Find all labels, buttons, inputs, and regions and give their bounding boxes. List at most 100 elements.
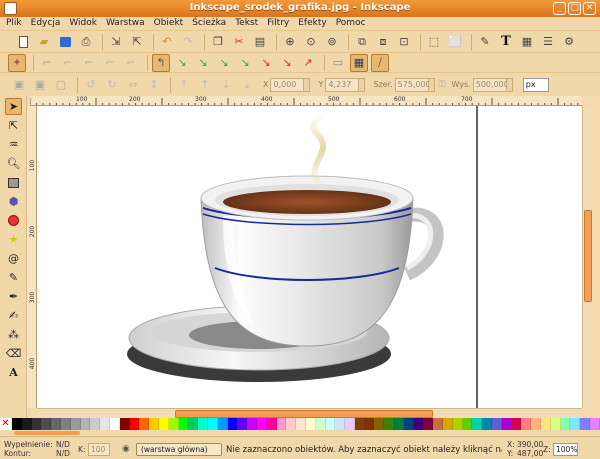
menu-path[interactable]: Ścieżka (192, 17, 231, 30)
xml-editor-icon[interactable]: ▦ (518, 33, 536, 51)
3d-box-tool-icon[interactable]: ⬢ (5, 193, 22, 210)
menu-view[interactable]: Widok (69, 17, 102, 30)
color-swatch[interactable] (541, 418, 551, 430)
import-icon[interactable]: ⇲ (107, 33, 125, 51)
unlink-clone-icon[interactable]: ⊡ (395, 33, 413, 51)
color-swatch[interactable] (227, 418, 238, 430)
color-swatch[interactable] (325, 418, 336, 430)
color-swatch[interactable] (41, 418, 52, 430)
color-swatch[interactable] (384, 418, 395, 430)
snap-cusp-icon[interactable]: ↘ (215, 54, 233, 72)
preferences-icon[interactable]: ⚙ (560, 33, 578, 51)
height-spin[interactable] (506, 77, 513, 92)
new-document-icon[interactable] (14, 33, 32, 51)
align-icon[interactable]: ☰ (539, 33, 557, 51)
ungroup-icon[interactable]: ⬜ (446, 33, 464, 51)
color-swatch[interactable] (198, 418, 208, 430)
snap-nodes-icon[interactable]: ↰ (152, 53, 170, 72)
star-tool-icon[interactable]: ★ (5, 231, 22, 248)
units-select[interactable]: px (522, 77, 549, 92)
menu-filters[interactable]: Filtry (267, 17, 294, 30)
zoom-drawing-icon[interactable]: ⊙ (302, 33, 320, 51)
rectangle-tool-icon[interactable] (5, 174, 22, 191)
color-swatch[interactable] (531, 418, 542, 430)
print-icon[interactable]: ⎙ (77, 33, 95, 51)
color-swatch[interactable] (315, 418, 326, 430)
color-swatch[interactable] (178, 418, 189, 430)
maximize-button[interactable]: ▢ (568, 2, 581, 15)
color-swatch[interactable] (60, 418, 71, 430)
selector-tool-icon[interactable]: ➤ (5, 98, 22, 115)
color-swatch[interactable] (149, 418, 159, 430)
color-swatch[interactable] (266, 418, 277, 430)
color-swatch[interactable] (452, 418, 463, 430)
spiral-tool-icon[interactable]: @ (5, 250, 22, 267)
snap-smooth-icon[interactable]: ↘ (236, 54, 254, 72)
color-swatch[interactable] (335, 418, 346, 430)
color-swatch[interactable] (109, 418, 120, 430)
cut-icon[interactable]: ✂ (230, 33, 248, 51)
color-swatch[interactable] (433, 418, 444, 430)
y-field[interactable]: 4,237 (325, 77, 360, 92)
drawing-canvas[interactable] (37, 106, 582, 408)
vertical-scrollbar[interactable] (582, 106, 592, 408)
stroke-value[interactable]: N/D (56, 449, 70, 458)
fill-stroke-icon[interactable]: ✎ (476, 33, 494, 51)
color-swatch[interactable] (560, 418, 571, 430)
undo-icon[interactable]: ↶ (158, 33, 176, 51)
color-swatch[interactable] (492, 418, 502, 430)
color-swatch[interactable] (276, 418, 287, 430)
no-paint-swatch[interactable]: ✕ (0, 418, 12, 430)
color-swatch[interactable] (501, 418, 512, 430)
color-swatch[interactable] (521, 418, 532, 430)
minimize-button[interactable]: _ (553, 2, 566, 15)
snap-midpoint-icon[interactable]: ↘ (257, 54, 275, 72)
raise-icon[interactable]: ↑ (196, 76, 214, 94)
eraser-tool-icon[interactable]: ⌫ (5, 345, 22, 362)
color-swatch[interactable] (345, 418, 355, 430)
snap-bbox-midpoints-icon[interactable]: ⌐ (101, 54, 119, 72)
color-swatch[interactable] (570, 418, 581, 430)
snap-rotation-center-icon[interactable]: ↗ (299, 54, 317, 72)
x-field[interactable]: 0,000 (270, 77, 305, 92)
palette-scroll-thumb[interactable] (14, 431, 80, 435)
width-spin[interactable] (428, 77, 435, 92)
color-swatch[interactable] (129, 418, 140, 430)
y-spin[interactable] (359, 77, 366, 92)
spray-tool-icon[interactable]: ⁂ (5, 326, 22, 343)
x-spin[interactable] (304, 77, 311, 92)
lower-icon[interactable]: ↓ (217, 76, 235, 94)
color-swatch[interactable] (256, 418, 267, 430)
menu-help[interactable]: Pomoc (336, 17, 371, 30)
rotate-ccw-icon[interactable]: ↺ (82, 76, 100, 94)
color-swatch[interactable] (51, 418, 61, 430)
ellipse-tool-icon[interactable] (5, 212, 22, 229)
color-swatch[interactable] (247, 418, 257, 430)
color-swatch[interactable] (511, 418, 522, 430)
clone-icon[interactable]: ⧈ (374, 33, 392, 51)
snap-guide-icon[interactable]: ⧸ (371, 53, 389, 72)
color-swatch[interactable] (80, 418, 91, 430)
color-swatch[interactable] (472, 418, 483, 430)
paste-icon[interactable]: ▤ (251, 33, 269, 51)
close-button[interactable]: ✕ (583, 2, 596, 15)
color-swatch[interactable] (119, 418, 130, 430)
select-all-layers-icon[interactable]: ▣ (31, 76, 49, 94)
snap-grid-icon[interactable]: ▦ (350, 53, 368, 72)
pen-tool-icon[interactable]: ✒ (5, 288, 22, 305)
menu-text[interactable]: Tekst (235, 17, 263, 30)
zoom-selection-icon[interactable]: ⊕ (281, 33, 299, 51)
width-field[interactable]: 575,000 (394, 77, 431, 92)
calligraphy-tool-icon[interactable]: ✍ (5, 307, 22, 324)
color-swatch[interactable] (403, 418, 414, 430)
vertical-scroll-thumb[interactable] (584, 210, 592, 302)
color-swatch[interactable] (207, 418, 218, 430)
snap-bbox-icon[interactable]: ⌐ (38, 54, 56, 72)
snap-toggle-icon[interactable]: ✦ (8, 53, 26, 72)
snap-page-icon[interactable]: ▭ (329, 54, 347, 72)
color-swatch[interactable] (12, 418, 22, 430)
color-swatch[interactable] (305, 418, 316, 430)
lower-bottom-icon[interactable]: ⤓ (238, 76, 256, 94)
color-swatch[interactable] (21, 418, 32, 430)
group-icon[interactable]: ⬚ (425, 33, 443, 51)
